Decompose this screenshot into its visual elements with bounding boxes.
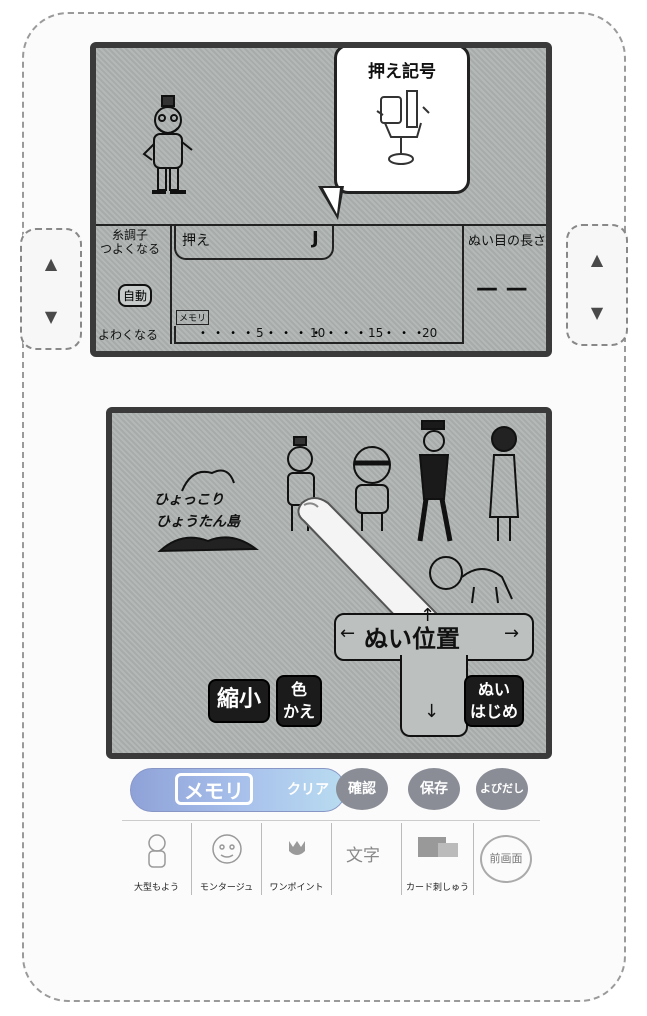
large-pattern-button[interactable]: 大型もよう [122, 823, 192, 895]
tension-up-button[interactable]: ▲ [22, 254, 80, 273]
memory-button-row: メモリ クリア 確認 保存 よびだし [122, 758, 534, 818]
move-right-button[interactable]: → [504, 623, 519, 644]
island-text-line1: ひょっこり [154, 492, 224, 508]
tulip-icon [288, 841, 305, 855]
tension-label: 糸調子 つよくなる [100, 228, 161, 256]
island-text-line2: ひょうたん島 [156, 514, 240, 530]
character-figure-icon [142, 95, 193, 194]
weaker-label: よわくなる [98, 328, 159, 342]
memory-clear-pill: メモリ クリア [130, 768, 346, 812]
tension-adjust-buttons: ▲ ▼ [20, 228, 82, 350]
memory-tag: メモリ [176, 310, 210, 325]
foot-name: 押え [182, 233, 210, 249]
shrink-button[interactable]: 縮小 [208, 679, 270, 723]
save-button[interactable]: 保存 [408, 768, 460, 810]
scale-5: 5 [256, 326, 264, 340]
teddy-bear-icon [147, 834, 166, 868]
auto-tension-button[interactable]: 自動 [118, 284, 153, 307]
scale-20: 20 [422, 326, 438, 340]
scale-10: 10 [310, 326, 326, 340]
character-pattern-4-icon[interactable] [480, 421, 528, 547]
stitch-length-adjust-buttons: ▲ ▼ [566, 224, 628, 346]
move-up-button[interactable]: ↑ [420, 605, 435, 626]
pattern-category-row: 大型もよう モンタージュ ワンポイント 文字 カード刺しゅう 前画面 [122, 820, 540, 899]
previous-screen-button[interactable]: 前画面 [480, 835, 532, 883]
text-button-label: 文字 [346, 846, 380, 866]
callout-title: 押え記号 [368, 62, 436, 82]
card-embroidery-button[interactable]: カード刺しゅう [402, 823, 474, 895]
move-down-button[interactable]: ↓ [424, 701, 439, 722]
stitch-length-label: ぬい目の長さ [468, 234, 547, 249]
face-icon [211, 834, 242, 864]
pointing-finger-icon [297, 497, 440, 621]
memory-button[interactable]: メモリ [175, 773, 253, 805]
recall-button[interactable]: よびだし [476, 768, 528, 810]
card-icon [417, 837, 458, 857]
right-divider [462, 224, 464, 344]
tension-down-button[interactable]: ▼ [22, 307, 80, 326]
scale-15: 15 [368, 326, 384, 340]
sew-position-label: ぬい位置 [364, 625, 460, 653]
scale-dots: • • • • [200, 328, 255, 339]
top-lcd-screen: 押え記号 糸調子 つよくなる 自動 よわくなる 押え J メモリ • • • •… [90, 42, 552, 357]
presser-foot-callout: 押え記号 [334, 48, 470, 194]
bottom-lcd-screen: ひょっこり ひょうたん島 ← ぬい位置 ↑ → ↓ 縮小 色 かえ ぬい はじめ [106, 407, 552, 759]
left-divider [170, 224, 172, 344]
length-down-button[interactable]: ▼ [568, 303, 626, 322]
island-pattern[interactable]: ひょっこり ひょうたん島 [152, 461, 264, 561]
one-point-button[interactable]: ワンポイント [262, 823, 332, 895]
foot-letter: J [312, 228, 319, 249]
confirm-button[interactable]: 確認 [336, 768, 388, 810]
length-up-button[interactable]: ▲ [568, 250, 626, 269]
sew-start-button[interactable]: ぬい はじめ [464, 675, 524, 727]
clear-button[interactable]: クリア [287, 779, 329, 799]
presser-foot-icon [376, 90, 430, 165]
stitch-scale: • • • • 5 • • • • 10 • • • 15 • • • 20 [174, 326, 462, 344]
stitch-length-value: — — [476, 276, 528, 301]
color-change-button[interactable]: 色 かえ [276, 675, 322, 727]
text-button[interactable]: 文字 [332, 823, 402, 895]
move-left-button[interactable]: ← [340, 623, 355, 644]
montage-button[interactable]: モンタージュ [192, 823, 262, 895]
